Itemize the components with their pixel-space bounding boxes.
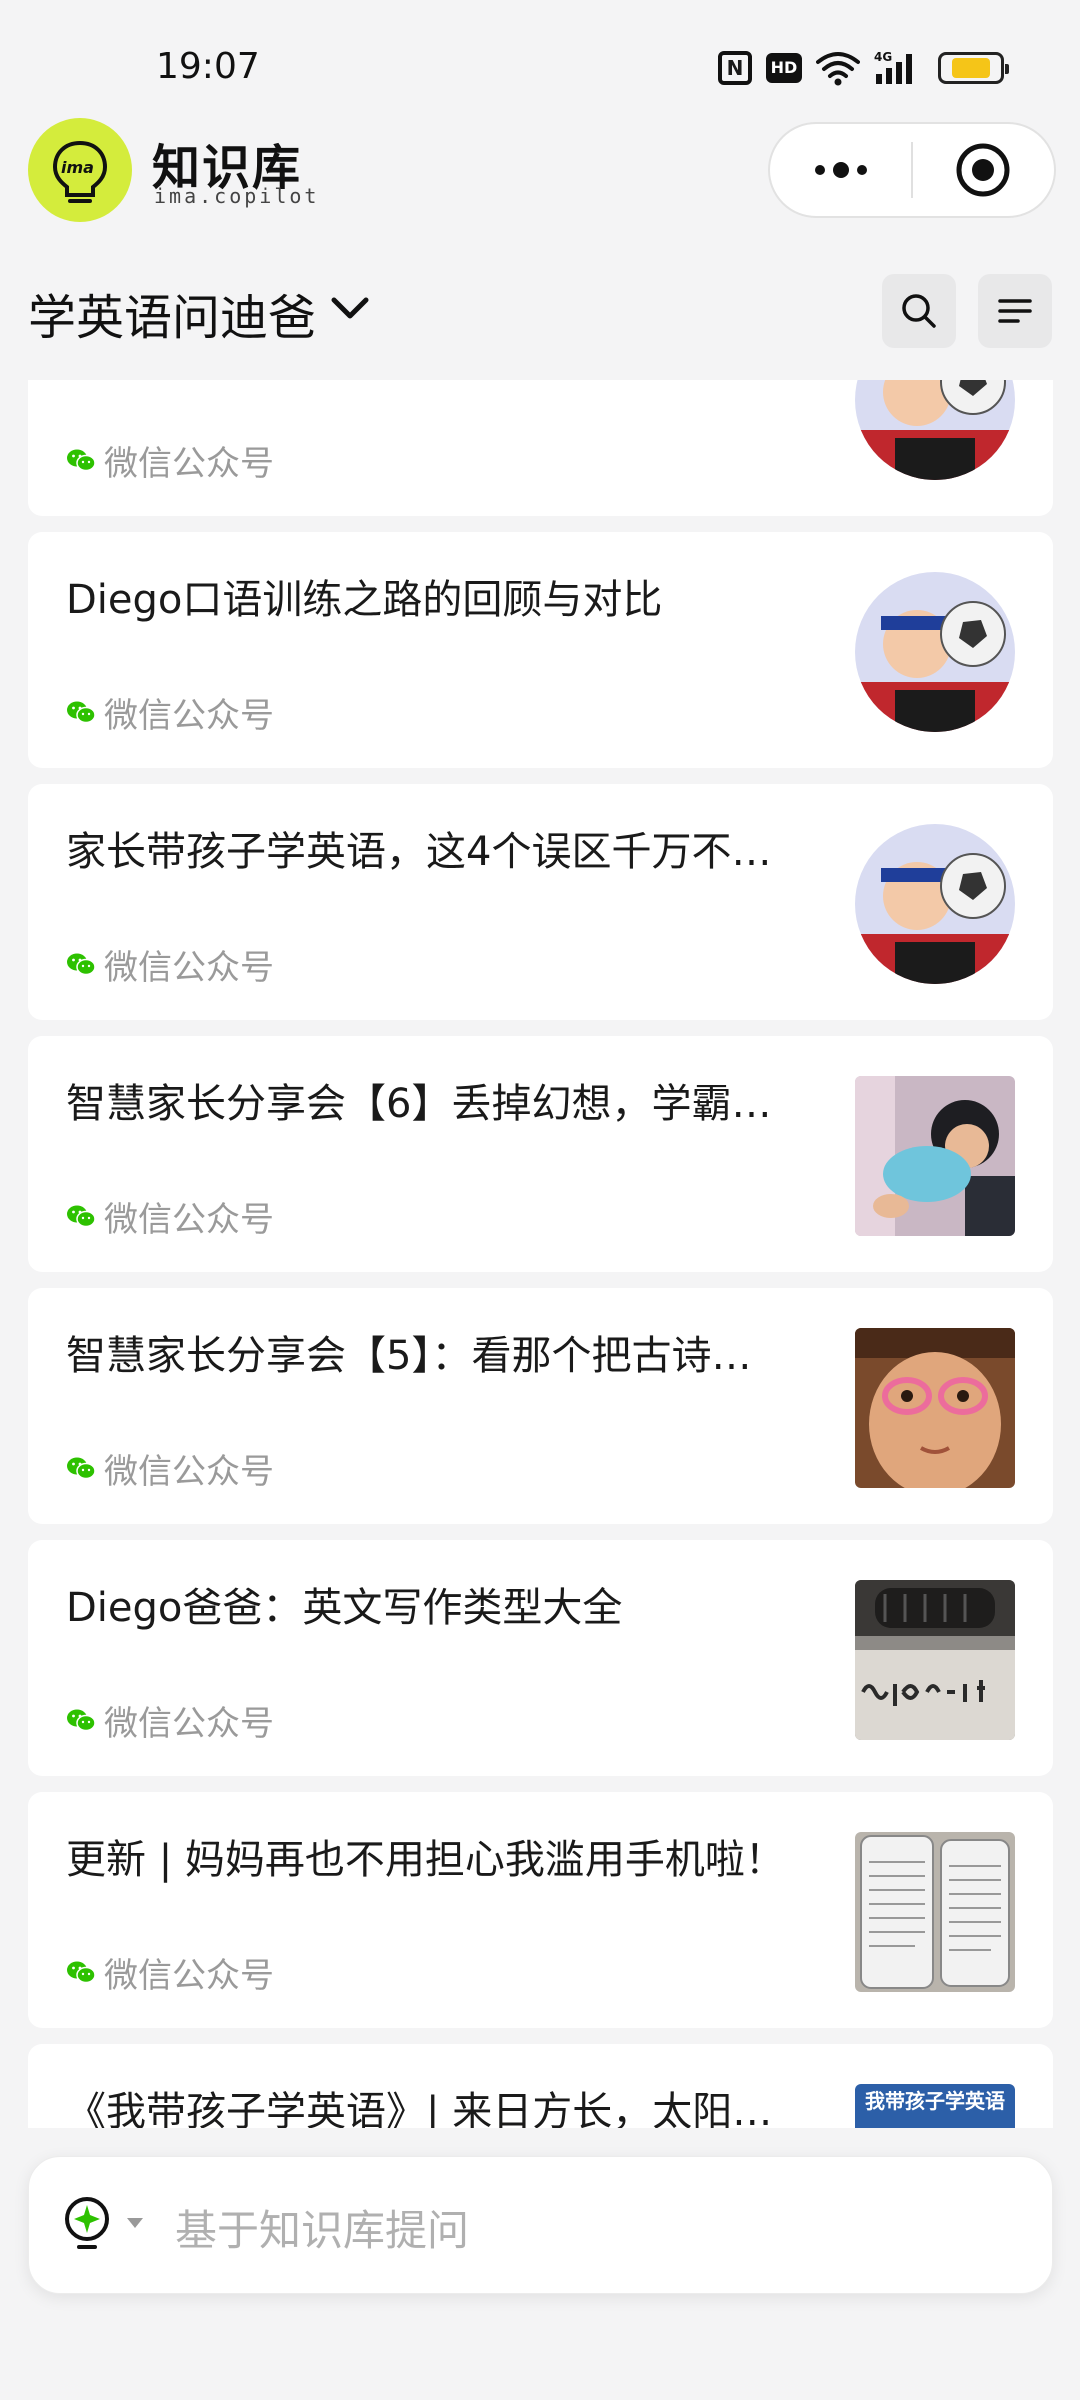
card-title: 更新 | 妈妈再也不用担心我滥用手机啦！ [66,1837,785,1883]
card-source: 微信公众号 [66,1700,274,1744]
status-bar: 19:07 N HD 4G [0,0,1080,120]
chevron-down-icon[interactable] [330,294,370,328]
list-item[interactable]: Diego口语训练之路的回顾与对比 微信公众号 [28,532,1053,768]
list-item[interactable]: Diego爸爸：英文写作类型大全 微信公众号 [28,1540,1053,1776]
thumbnail-photo [855,1580,1015,1740]
source-label: 微信公众号 [104,1199,274,1240]
knowledge-base-bar: 学英语问迪爸 [0,270,1080,354]
card-source: 微信公众号 [66,1952,274,1996]
status-icons: N HD 4G [718,48,1009,88]
source-label: 微信公众号 [104,1955,274,1996]
close-mini-program-button[interactable] [913,124,1054,216]
status-time: 19:07 [156,46,260,87]
source-label: 微信公众号 [104,695,274,736]
source-label: 微信公众号 [104,947,274,988]
wechat-icon [67,701,96,724]
battery-fill [952,58,990,78]
thumbnail-avatar [855,380,1015,480]
card-title: Diego口语训练之路的回顾与对比 [66,577,663,623]
list-item[interactable]: 家长带孩子学英语，这4个误区千万不… 微信公众号 [28,784,1053,1020]
more-dots-icon [814,162,867,178]
thumbnail-avatar [855,824,1015,984]
app-subtitle: ima.copilot [154,184,320,208]
card-title: 家长带孩子学英语，这4个误区千万不… [66,829,772,875]
thumbnail-book-cover: 我带孩子学英语 [855,2084,1015,2128]
ask-input-placeholder[interactable]: 基于知识库提问 [175,2197,469,2258]
card-source: 微信公众号 [66,692,274,736]
list-item[interactable]: 智慧家长分享会【5】：看那个把古诗… 微信公众号 [28,1288,1053,1524]
knowledge-base-name[interactable]: 学英语问迪爸 [28,278,316,348]
wechat-icon [67,1457,96,1480]
app-header: ima 知识库 ima.copilot [0,118,1080,228]
card-source: 微信公众号 [66,944,274,988]
battery-icon [938,52,1009,84]
card-title: 《我带孩子学英语》| 来日方长，太阳… [66,2089,773,2128]
wifi-icon [816,48,860,88]
source-label: 微信公众号 [104,1703,274,1744]
card-title: 智慧家长分享会【5】：看那个把古诗… [66,1333,752,1379]
network-type-label: 4G [874,50,892,64]
wechat-icon [67,953,96,976]
thumbnail-photo [855,1832,1015,1992]
more-options-button[interactable] [770,124,911,216]
thumbnail-photo [855,1328,1015,1488]
caret-down-icon[interactable] [125,2215,145,2234]
card-title: Diego爸爸：英文写作类型大全 [66,1585,623,1631]
mini-program-capsule [768,122,1056,218]
search-button[interactable] [882,274,956,348]
thumbnail-avatar [855,572,1015,732]
menu-lines-icon [998,299,1032,323]
list-item[interactable]: 智慧家长分享会【6】丢掉幻想，学霸… 微信公众号 [28,1036,1053,1272]
list-item[interactable]: 《我带孩子学英语》| 来日方长，太阳… 我带孩子学英语 [28,2044,1053,2128]
menu-button[interactable] [978,274,1052,348]
ai-bulb-icon[interactable] [59,2193,115,2257]
card-source: 微信公众号 [66,1196,274,1240]
wechat-icon [67,1205,96,1228]
wechat-icon [67,1961,96,1984]
search-icon [902,294,936,328]
list-item[interactable]: 更新 | 妈妈再也不用担心我滥用手机啦！ 微信公众号 [28,1792,1053,2028]
target-circle-icon [956,143,1010,197]
logo-mark-text: ima [61,158,94,177]
article-list[interactable]: 微信公众号 Diego口语训练之路的回顾与对比 微信公众号 家长带孩子学英语，这… [0,380,1080,2128]
source-label: 微信公众号 [104,1451,274,1492]
list-item[interactable]: 微信公众号 [28,380,1053,516]
cellular-signal-icon: 4G [874,48,924,88]
card-source: 微信公众号 [66,1448,274,1492]
book-cover-title: 我带孩子学英语 [865,2089,1005,2113]
nfc-icon: N [718,51,752,85]
ask-input-bar[interactable]: 基于知识库提问 [28,2156,1053,2294]
thumbnail-photo [855,1076,1015,1236]
card-title: 智慧家长分享会【6】丢掉幻想，学霸… [66,1081,772,1127]
source-label: 微信公众号 [104,443,274,484]
card-source: 微信公众号 [66,440,274,484]
app-logo: ima [28,118,132,222]
wechat-icon [67,1709,96,1732]
hd-icon: HD [766,53,802,83]
wechat-icon [67,449,96,472]
